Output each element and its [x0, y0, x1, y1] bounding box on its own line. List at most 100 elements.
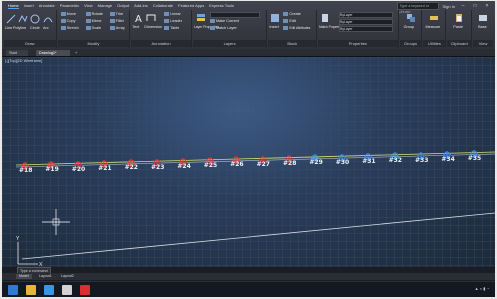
point-marker[interactable]: #23 — [151, 154, 164, 171]
tab-express-tools[interactable]: Express Tools — [209, 2, 234, 9]
tab-layout1[interactable]: Layout1 — [36, 274, 55, 279]
point-marker[interactable]: #30 — [336, 149, 349, 166]
tab-parametric[interactable]: Parametric — [60, 2, 79, 9]
leader-tool[interactable]: Leader — [164, 19, 182, 24]
tab-start[interactable]: Start — [6, 50, 28, 56]
match-properties-icon[interactable] — [320, 13, 330, 23]
point-marker[interactable]: #31 — [362, 148, 376, 165]
browser-icon[interactable] — [44, 285, 54, 295]
color-dropdown[interactable]: ByLayer — [339, 12, 394, 18]
tab-output[interactable]: Output — [117, 2, 129, 9]
sign-in-link[interactable]: Sign In — [443, 4, 455, 9]
stretch-tool[interactable]: Stretch — [60, 26, 79, 31]
file-explorer-icon[interactable] — [26, 285, 36, 295]
panel-title-view[interactable]: View — [473, 40, 494, 47]
base-label: Base — [478, 25, 487, 29]
point-marker[interactable]: #24 — [177, 153, 191, 170]
circle-label: Circle — [30, 26, 40, 30]
line-icon[interactable] — [6, 14, 16, 24]
drawing-canvas[interactable]: [-][Top][2D Wireframe] Y X #18 #19 #20 #21 #… — [2, 57, 495, 267]
text-icon[interactable]: A — [133, 13, 143, 23]
point-marker[interactable]: #21 — [98, 155, 112, 172]
search-input[interactable]: Type a keyword or phrase — [396, 2, 439, 14]
point-marker[interactable]: #18 — [19, 157, 32, 174]
group-icon[interactable] — [406, 13, 416, 23]
panel-title-properties[interactable]: Properties — [318, 40, 398, 47]
tab-model[interactable]: Model — [16, 274, 32, 279]
point-marker[interactable]: #25 — [204, 152, 217, 169]
new-tab-button[interactable]: + — [72, 50, 84, 56]
layer-dropdown[interactable] — [209, 12, 260, 18]
lineweight-dropdown[interactable]: ByLayer — [339, 26, 394, 32]
scale-tool[interactable]: Scale — [85, 26, 101, 31]
tab-view[interactable]: View — [84, 2, 93, 9]
layer-properties-icon[interactable] — [196, 13, 206, 23]
panel-title-draw[interactable]: Draw — [4, 40, 56, 47]
edit-tool[interactable]: Edit — [283, 19, 296, 24]
maximize-icon[interactable]: □ — [471, 3, 479, 9]
paste-icon[interactable] — [454, 13, 464, 23]
copy-tool[interactable]: Copy — [60, 19, 76, 24]
panel-title-block[interactable]: Block — [268, 40, 317, 47]
point-marker[interactable]: #35 — [468, 145, 481, 162]
tab-addins[interactable]: Add-ins — [134, 2, 148, 9]
arc-icon[interactable] — [43, 14, 53, 24]
create-tool[interactable]: Create — [283, 12, 301, 17]
tab-featured-apps[interactable]: Featured Apps — [178, 2, 204, 9]
make-current-tool[interactable]: Make Current — [209, 19, 239, 24]
baseline-line[interactable] — [21, 212, 495, 260]
dimension-icon[interactable] — [146, 13, 156, 23]
point-marker[interactable]: #27 — [257, 151, 270, 168]
panel-title-clipboard[interactable]: Clipboard — [447, 40, 472, 47]
point-marker[interactable]: #29 — [309, 149, 323, 166]
move-tool[interactable]: Move — [60, 12, 76, 17]
tab-drawing1[interactable]: Drawing1* — [36, 50, 70, 56]
rotate-tool[interactable]: Rotate — [85, 12, 103, 17]
layout-tab-bar: Model Layout1 Layout2 — [2, 273, 495, 280]
point-marker[interactable]: #34 — [441, 146, 455, 163]
point-marker[interactable]: #32 — [389, 147, 402, 164]
point-marker-label: #32 — [388, 157, 402, 165]
paste-label: Paste — [453, 25, 464, 29]
fillet-tool[interactable]: Fillet — [109, 19, 124, 24]
autocad-taskbar-icon[interactable] — [80, 285, 90, 295]
tab-layout2[interactable]: Layout2 — [58, 274, 77, 279]
windows-start-icon[interactable] — [8, 285, 18, 295]
point-marker[interactable]: #22 — [125, 154, 138, 171]
point-marker[interactable]: #20 — [72, 156, 85, 173]
app-icon[interactable] — [62, 285, 72, 295]
point-marker[interactable]: #28 — [283, 150, 296, 167]
panel-title-annotation[interactable]: Annotation — [131, 40, 191, 47]
circle-icon[interactable] — [30, 14, 40, 24]
tab-home[interactable]: Home — [8, 2, 19, 9]
panel-title-modify[interactable]: Modify — [57, 40, 130, 47]
array-tool[interactable]: Array — [109, 26, 125, 31]
point-marker[interactable]: #26 — [230, 151, 244, 168]
polyline-icon[interactable] — [18, 14, 28, 24]
minimize-icon[interactable]: – — [459, 3, 467, 9]
panel-title-groups[interactable]: Groups — [399, 40, 422, 47]
linetype-dropdown[interactable]: ByLayer — [339, 19, 394, 25]
insert-block-icon[interactable] — [270, 13, 280, 23]
tab-annotate[interactable]: Annotate — [39, 2, 55, 9]
close-icon[interactable]: × — [483, 3, 491, 9]
point-marker[interactable]: #19 — [45, 156, 59, 173]
panel-title-layers[interactable]: Layers — [192, 40, 267, 47]
mirror-tool[interactable]: Mirror — [85, 19, 102, 24]
lineweight-value: ByLayer — [340, 27, 353, 31]
tab-collaborate[interactable]: Collaborate — [153, 2, 173, 9]
panel-title-utilities[interactable]: Utilities — [423, 40, 446, 47]
measure-icon[interactable] — [429, 13, 439, 23]
system-tray[interactable]: ▲ ◖ ▮ ◔ — [475, 286, 489, 291]
trim-tool[interactable]: Trim — [109, 12, 123, 17]
tab-insert[interactable]: Insert — [24, 2, 34, 9]
windows-taskbar: ▲ ◖ ▮ ◔ — [2, 281, 495, 297]
edit-attributes-tool[interactable]: Edit Attributes — [283, 26, 310, 31]
table-tool[interactable]: Table — [164, 26, 179, 31]
base-view-icon[interactable] — [478, 13, 488, 23]
linear-tool[interactable]: Linear — [164, 12, 181, 17]
match-layer-tool[interactable]: Match Layer — [209, 26, 237, 31]
point-marker-label: #34 — [441, 155, 455, 163]
tab-manage[interactable]: Manage — [98, 2, 112, 9]
point-marker[interactable]: #33 — [415, 147, 428, 164]
